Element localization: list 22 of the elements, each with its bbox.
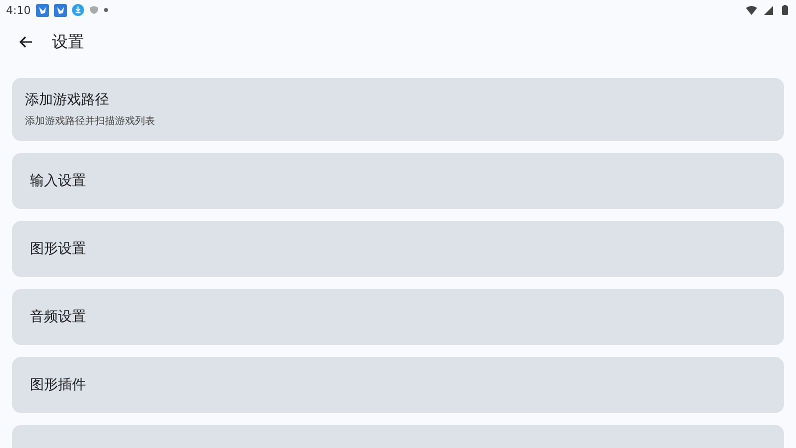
settings-card[interactable]: 输入设置 bbox=[12, 153, 784, 209]
settings-card[interactable]: 图形插件 bbox=[12, 357, 784, 413]
card-title: 图形插件 bbox=[30, 376, 87, 394]
card-subtitle: 添加游戏路径并扫描游戏列表 bbox=[25, 114, 156, 128]
card-title: 图形设置 bbox=[30, 240, 87, 258]
settings-card[interactable]: 图形设置 bbox=[12, 221, 784, 277]
bird-app-icon bbox=[36, 4, 49, 16]
dot-icon bbox=[104, 8, 108, 12]
card-title: 输入设置 bbox=[30, 172, 87, 190]
card-title: 添加游戏路径 bbox=[25, 91, 110, 109]
page-title: 设置 bbox=[52, 32, 84, 52]
settings-card[interactable]: 音频设置 bbox=[12, 289, 784, 345]
status-time: 4:10 bbox=[6, 4, 31, 16]
settings-card[interactable]: 添加游戏路径 添加游戏路径并扫描游戏列表 bbox=[12, 78, 784, 141]
battery-icon bbox=[782, 5, 788, 15]
back-arrow-icon[interactable] bbox=[19, 36, 33, 48]
shield-icon bbox=[88, 5, 99, 15]
signal-icon bbox=[764, 6, 773, 14]
card-title: 音频设置 bbox=[30, 308, 87, 326]
bird-app-icon bbox=[54, 4, 67, 16]
wifi-icon bbox=[746, 6, 757, 14]
download-icon bbox=[72, 4, 84, 16]
